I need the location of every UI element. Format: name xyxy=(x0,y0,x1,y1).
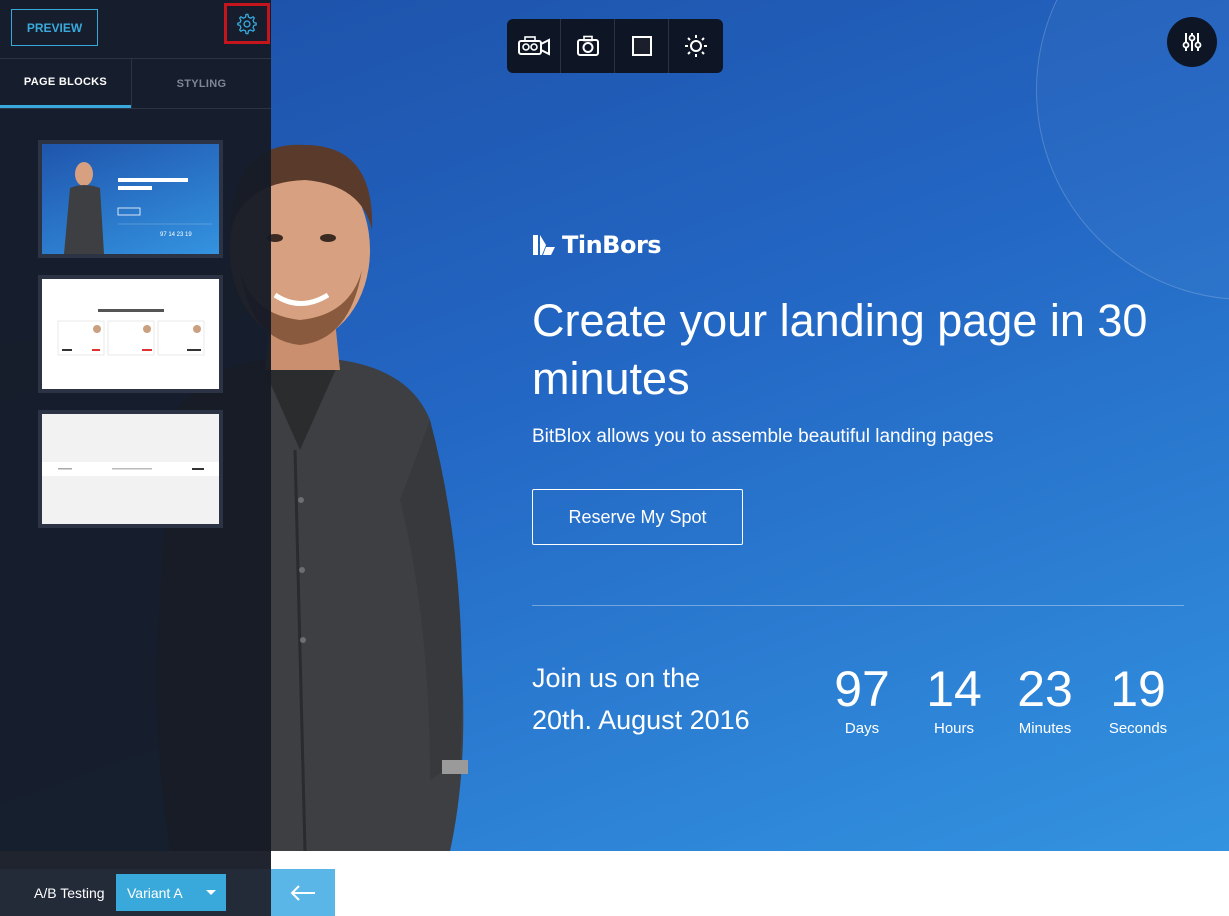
countdown-seconds: 19 Seconds xyxy=(1092,660,1184,737)
block-thumbnail-footer[interactable] xyxy=(38,410,223,528)
countdown-value: 97 xyxy=(834,661,890,717)
ab-testing-label: A/B Testing xyxy=(34,884,105,901)
countdown-value: 23 xyxy=(1017,661,1073,717)
event-line-2: 20th. August 2016 xyxy=(532,705,750,735)
hero-subheadline: BitBlox allows you to assemble beautiful… xyxy=(532,426,994,447)
gear-icon xyxy=(237,13,257,34)
hero-headline: Create your landing page in 30 minutes xyxy=(532,295,1148,404)
block-thumbnail-testimonials[interactable] xyxy=(38,275,223,393)
video-camera-icon[interactable] xyxy=(507,19,561,73)
variant-value: Variant A xyxy=(127,884,183,901)
camera-icon[interactable] xyxy=(561,19,615,73)
sliders-icon[interactable] xyxy=(1167,17,1217,67)
svg-text:97 14 23 19: 97 14 23 19 xyxy=(160,232,192,238)
event-date-text: Join us on the 20th. August 2016 xyxy=(532,657,792,741)
square-icon[interactable] xyxy=(615,19,669,73)
sidebar-tabs: PAGE BLOCKS STYLING xyxy=(0,58,271,109)
arrow-left-icon xyxy=(290,884,315,901)
countdown-label: Minutes xyxy=(1018,720,1072,737)
countdown-hours: 14 Hours xyxy=(908,660,1000,737)
ab-testing-bar: A/B Testing Variant A xyxy=(0,869,271,916)
chevron-down-icon xyxy=(206,890,216,895)
reserve-spot-button[interactable]: Reserve My Spot xyxy=(532,489,743,545)
tab-page-blocks[interactable]: PAGE BLOCKS xyxy=(0,59,131,108)
preview-button[interactable]: PREVIEW xyxy=(11,9,98,46)
brand-mark-icon xyxy=(533,235,555,255)
settings-button[interactable] xyxy=(224,3,270,44)
tab-styling[interactable]: STYLING xyxy=(131,59,271,108)
countdown-label: Days xyxy=(844,720,880,737)
editor-toolbar xyxy=(507,19,723,73)
sun-icon[interactable] xyxy=(669,19,723,73)
variant-select[interactable]: Variant A xyxy=(116,874,226,911)
countdown-label: Seconds xyxy=(1108,720,1168,737)
block-thumbnail-hero[interactable]: 97 14 23 19 xyxy=(38,140,223,258)
hero-divider xyxy=(532,605,1184,606)
countdown-days: 97 Days xyxy=(816,660,908,737)
hero-block-preview: 97 14 23 19 xyxy=(64,162,212,254)
countdown-label: Hours xyxy=(933,720,974,737)
editor-sidebar: PREVIEW PAGE BLOCKS STYLING 97 14 23 19 xyxy=(0,0,271,916)
countdown-minutes: 23 Minutes xyxy=(999,660,1091,737)
back-button[interactable] xyxy=(271,869,335,916)
testimonials-block-preview xyxy=(57,309,205,356)
brand-logo: TinBors xyxy=(532,231,662,259)
countdown-value: 19 xyxy=(1110,661,1166,717)
brand-name: TinBors xyxy=(562,231,662,259)
footer-block-preview xyxy=(42,462,219,476)
countdown-value: 14 xyxy=(926,661,982,717)
event-line-1: Join us on the xyxy=(532,663,701,693)
